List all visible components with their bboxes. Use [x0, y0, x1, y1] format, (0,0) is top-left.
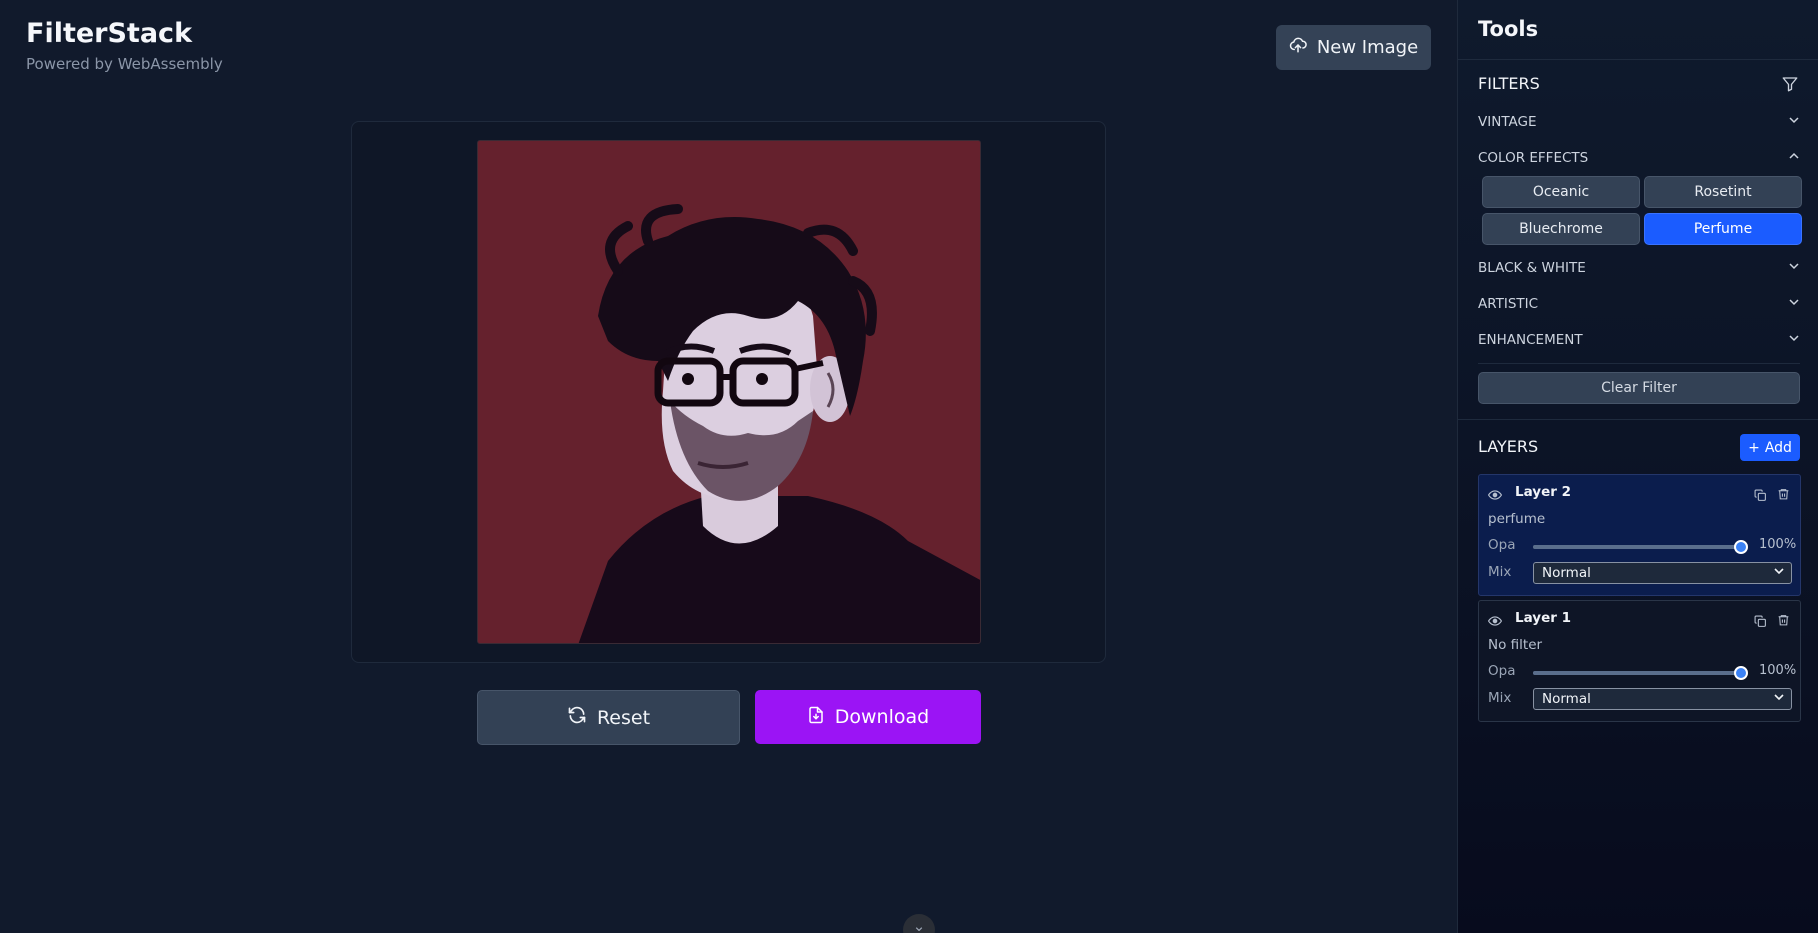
- category-vintage[interactable]: VINTAGE: [1478, 111, 1800, 133]
- opacity-value: 100%: [1759, 537, 1797, 552]
- filter-chip-bluechrome[interactable]: Bluechrome: [1482, 213, 1640, 245]
- sidebar-title: Tools: [1478, 17, 1539, 41]
- new-image-label: New Image: [1316, 37, 1419, 58]
- refresh-icon: [567, 705, 587, 730]
- chevron-down-icon: [1788, 296, 1800, 312]
- blend-mode-select[interactable]: Normal: [1533, 688, 1792, 710]
- eye-icon[interactable]: [1487, 487, 1503, 501]
- portrait-illustration: [478, 141, 980, 643]
- tools-sidebar: Tools FILTERS VINTAGE COLOR EFFECTS Ocea…: [1457, 0, 1818, 933]
- filter-chip-perfume[interactable]: Perfume: [1644, 213, 1802, 245]
- opacity-value: 100%: [1759, 663, 1797, 678]
- category-label: ARTISTIC: [1478, 296, 1539, 312]
- mix-label: Mix: [1488, 690, 1512, 706]
- duplicate-icon[interactable]: [1754, 487, 1767, 501]
- chevron-up-icon: [1788, 150, 1800, 166]
- cloud-upload-icon: [1289, 36, 1307, 59]
- eye-icon[interactable]: [1487, 613, 1503, 627]
- add-label: Add: [1764, 439, 1792, 456]
- filters-heading: FILTERS: [1478, 74, 1540, 93]
- file-download-icon: [807, 705, 825, 730]
- opacity-label: Opa: [1488, 537, 1516, 553]
- category-color-effects[interactable]: COLOR EFFECTS: [1478, 147, 1800, 169]
- chevron-down-icon[interactable]: ⌄: [903, 914, 935, 933]
- category-enhancement[interactable]: ENHANCEMENT: [1478, 329, 1800, 351]
- filter-funnel-icon: [1781, 75, 1799, 93]
- chevron-down-icon: [1773, 691, 1785, 707]
- chevron-down-icon: [1788, 260, 1800, 276]
- category-black-white[interactable]: BLACK & WHITE: [1478, 257, 1800, 279]
- new-image-button[interactable]: New Image: [1276, 25, 1431, 70]
- opacity-label: Opa: [1488, 663, 1516, 679]
- add-layer-button[interactable]: + Add: [1740, 434, 1800, 461]
- layer-name: Layer 2: [1515, 484, 1572, 500]
- divider: [1458, 419, 1818, 420]
- opacity-slider[interactable]: [1533, 666, 1748, 680]
- layer-card[interactable]: Layer 1 No filter Opa 100% Mix Normal: [1478, 600, 1801, 722]
- trash-icon[interactable]: [1777, 612, 1790, 626]
- category-artistic[interactable]: ARTISTIC: [1478, 293, 1800, 315]
- mix-label: Mix: [1488, 564, 1512, 580]
- clear-filter-button[interactable]: Clear Filter: [1478, 372, 1800, 404]
- layer-name: Layer 1: [1515, 610, 1572, 626]
- main-area: FilterStack Powered by WebAssembly New I…: [0, 0, 1457, 933]
- layer-card[interactable]: Layer 2 perfume Opa 100% Mix Normal: [1478, 474, 1801, 596]
- layer-filter-name: No filter: [1488, 637, 1543, 653]
- category-label: BLACK & WHITE: [1478, 260, 1586, 276]
- reset-label: Reset: [596, 706, 651, 729]
- opacity-slider-fill: [1533, 671, 1741, 675]
- category-label: COLOR EFFECTS: [1478, 150, 1589, 166]
- category-label: ENHANCEMENT: [1478, 332, 1583, 348]
- trash-icon[interactable]: [1777, 486, 1790, 500]
- duplicate-icon[interactable]: [1754, 613, 1767, 627]
- blend-mode-value: Normal: [1542, 691, 1591, 707]
- category-label: VINTAGE: [1478, 114, 1537, 130]
- opacity-slider-fill: [1533, 545, 1741, 549]
- layers-heading: LAYERS: [1478, 437, 1539, 456]
- opacity-slider[interactable]: [1533, 540, 1748, 554]
- filter-chip-rosetint[interactable]: Rosetint: [1644, 176, 1802, 208]
- layer-filter-name: perfume: [1488, 511, 1546, 527]
- opacity-slider-thumb[interactable]: [1734, 540, 1748, 554]
- blend-mode-select[interactable]: Normal: [1533, 562, 1792, 584]
- app-subtitle: Powered by WebAssembly: [26, 55, 223, 73]
- app-title: FilterStack: [26, 18, 193, 49]
- blend-mode-value: Normal: [1542, 565, 1591, 581]
- reset-button[interactable]: Reset: [477, 690, 740, 745]
- filter-chip-oceanic[interactable]: Oceanic: [1482, 176, 1640, 208]
- chevron-down-icon: [1788, 114, 1800, 130]
- download-label: Download: [834, 706, 930, 728]
- chevron-down-icon: [1773, 565, 1785, 581]
- plus-icon: +: [1748, 439, 1760, 456]
- chevron-down-icon: [1788, 332, 1800, 348]
- divider: [1458, 59, 1818, 60]
- preview-image: [477, 140, 981, 644]
- divider: [1478, 363, 1800, 364]
- opacity-slider-thumb[interactable]: [1734, 666, 1748, 680]
- download-button[interactable]: Download: [755, 690, 981, 744]
